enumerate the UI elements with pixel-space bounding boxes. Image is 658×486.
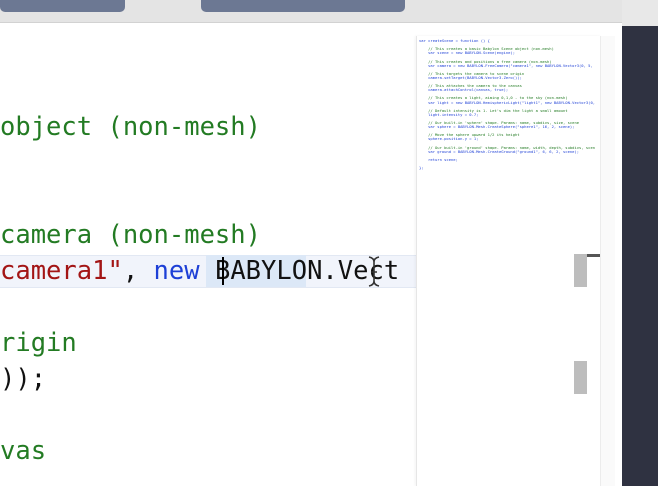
- minimap-line: var camera = new BABYLON.FreeCamera("cam…: [419, 62, 593, 68]
- minimap-line: light.intensity = 0.7;: [419, 111, 479, 117]
- minimap-line: var scene = new BABYLON.Scene(engine);: [419, 50, 516, 56]
- code-line-6[interactable]: vas: [0, 436, 46, 466]
- minimap-line: sphere.position.y = 1;: [419, 136, 479, 142]
- code-token: vas: [0, 436, 47, 466]
- ibeam-cursor-icon: [368, 256, 380, 287]
- code-line-4[interactable]: rigin: [0, 328, 77, 358]
- minimap-line: var light = new BABYLON.HemisphericLight…: [419, 99, 596, 105]
- top-toolbar: [0, 0, 622, 23]
- minimap-line: camera.setTarget(BABYLON.Vector3.Zero())…: [419, 74, 522, 80]
- code-token: camera1": [0, 256, 123, 286]
- text-cursor: [222, 257, 224, 285]
- code-line-3[interactable]: camera1", new BABYLON.Vect: [0, 256, 399, 286]
- minimap-line: var sphere = BABYLON.Mesh.CreateSphere("…: [419, 124, 575, 130]
- code-line-1[interactable]: object (non-mesh): [0, 112, 261, 142]
- minimap-line: var createScene = function () {: [419, 38, 490, 43]
- code-line-5[interactable]: ));: [0, 364, 46, 394]
- code-token: camera (non-mesh): [0, 220, 261, 250]
- toolbar-button-center[interactable]: [201, 0, 405, 12]
- vertical-scrollbar[interactable]: [600, 36, 615, 486]
- minimap-line: };: [419, 165, 424, 171]
- scrollbar-marker: [574, 254, 587, 287]
- minimap-line: var ground = BABYLON.Mesh.CreateGround("…: [419, 148, 580, 154]
- code-token: ));: [0, 364, 47, 394]
- code-line-2[interactable]: camera (non-mesh): [0, 220, 261, 250]
- scrollbar-marker-2: [574, 361, 587, 394]
- right-panel: [622, 0, 658, 486]
- scrollbar-cursor-mark: [587, 254, 600, 257]
- minimap-line: return scene;: [419, 156, 458, 162]
- code-token: object (non-mesh): [0, 112, 261, 142]
- toolbar-button-left[interactable]: [0, 0, 125, 12]
- code-token: new: [153, 256, 200, 286]
- minimap-line: camera.attachControl(canvas, true);: [419, 87, 509, 93]
- right-panel-header: [622, 0, 658, 26]
- code-token: rigin: [0, 328, 77, 358]
- code-token: ,: [122, 256, 154, 286]
